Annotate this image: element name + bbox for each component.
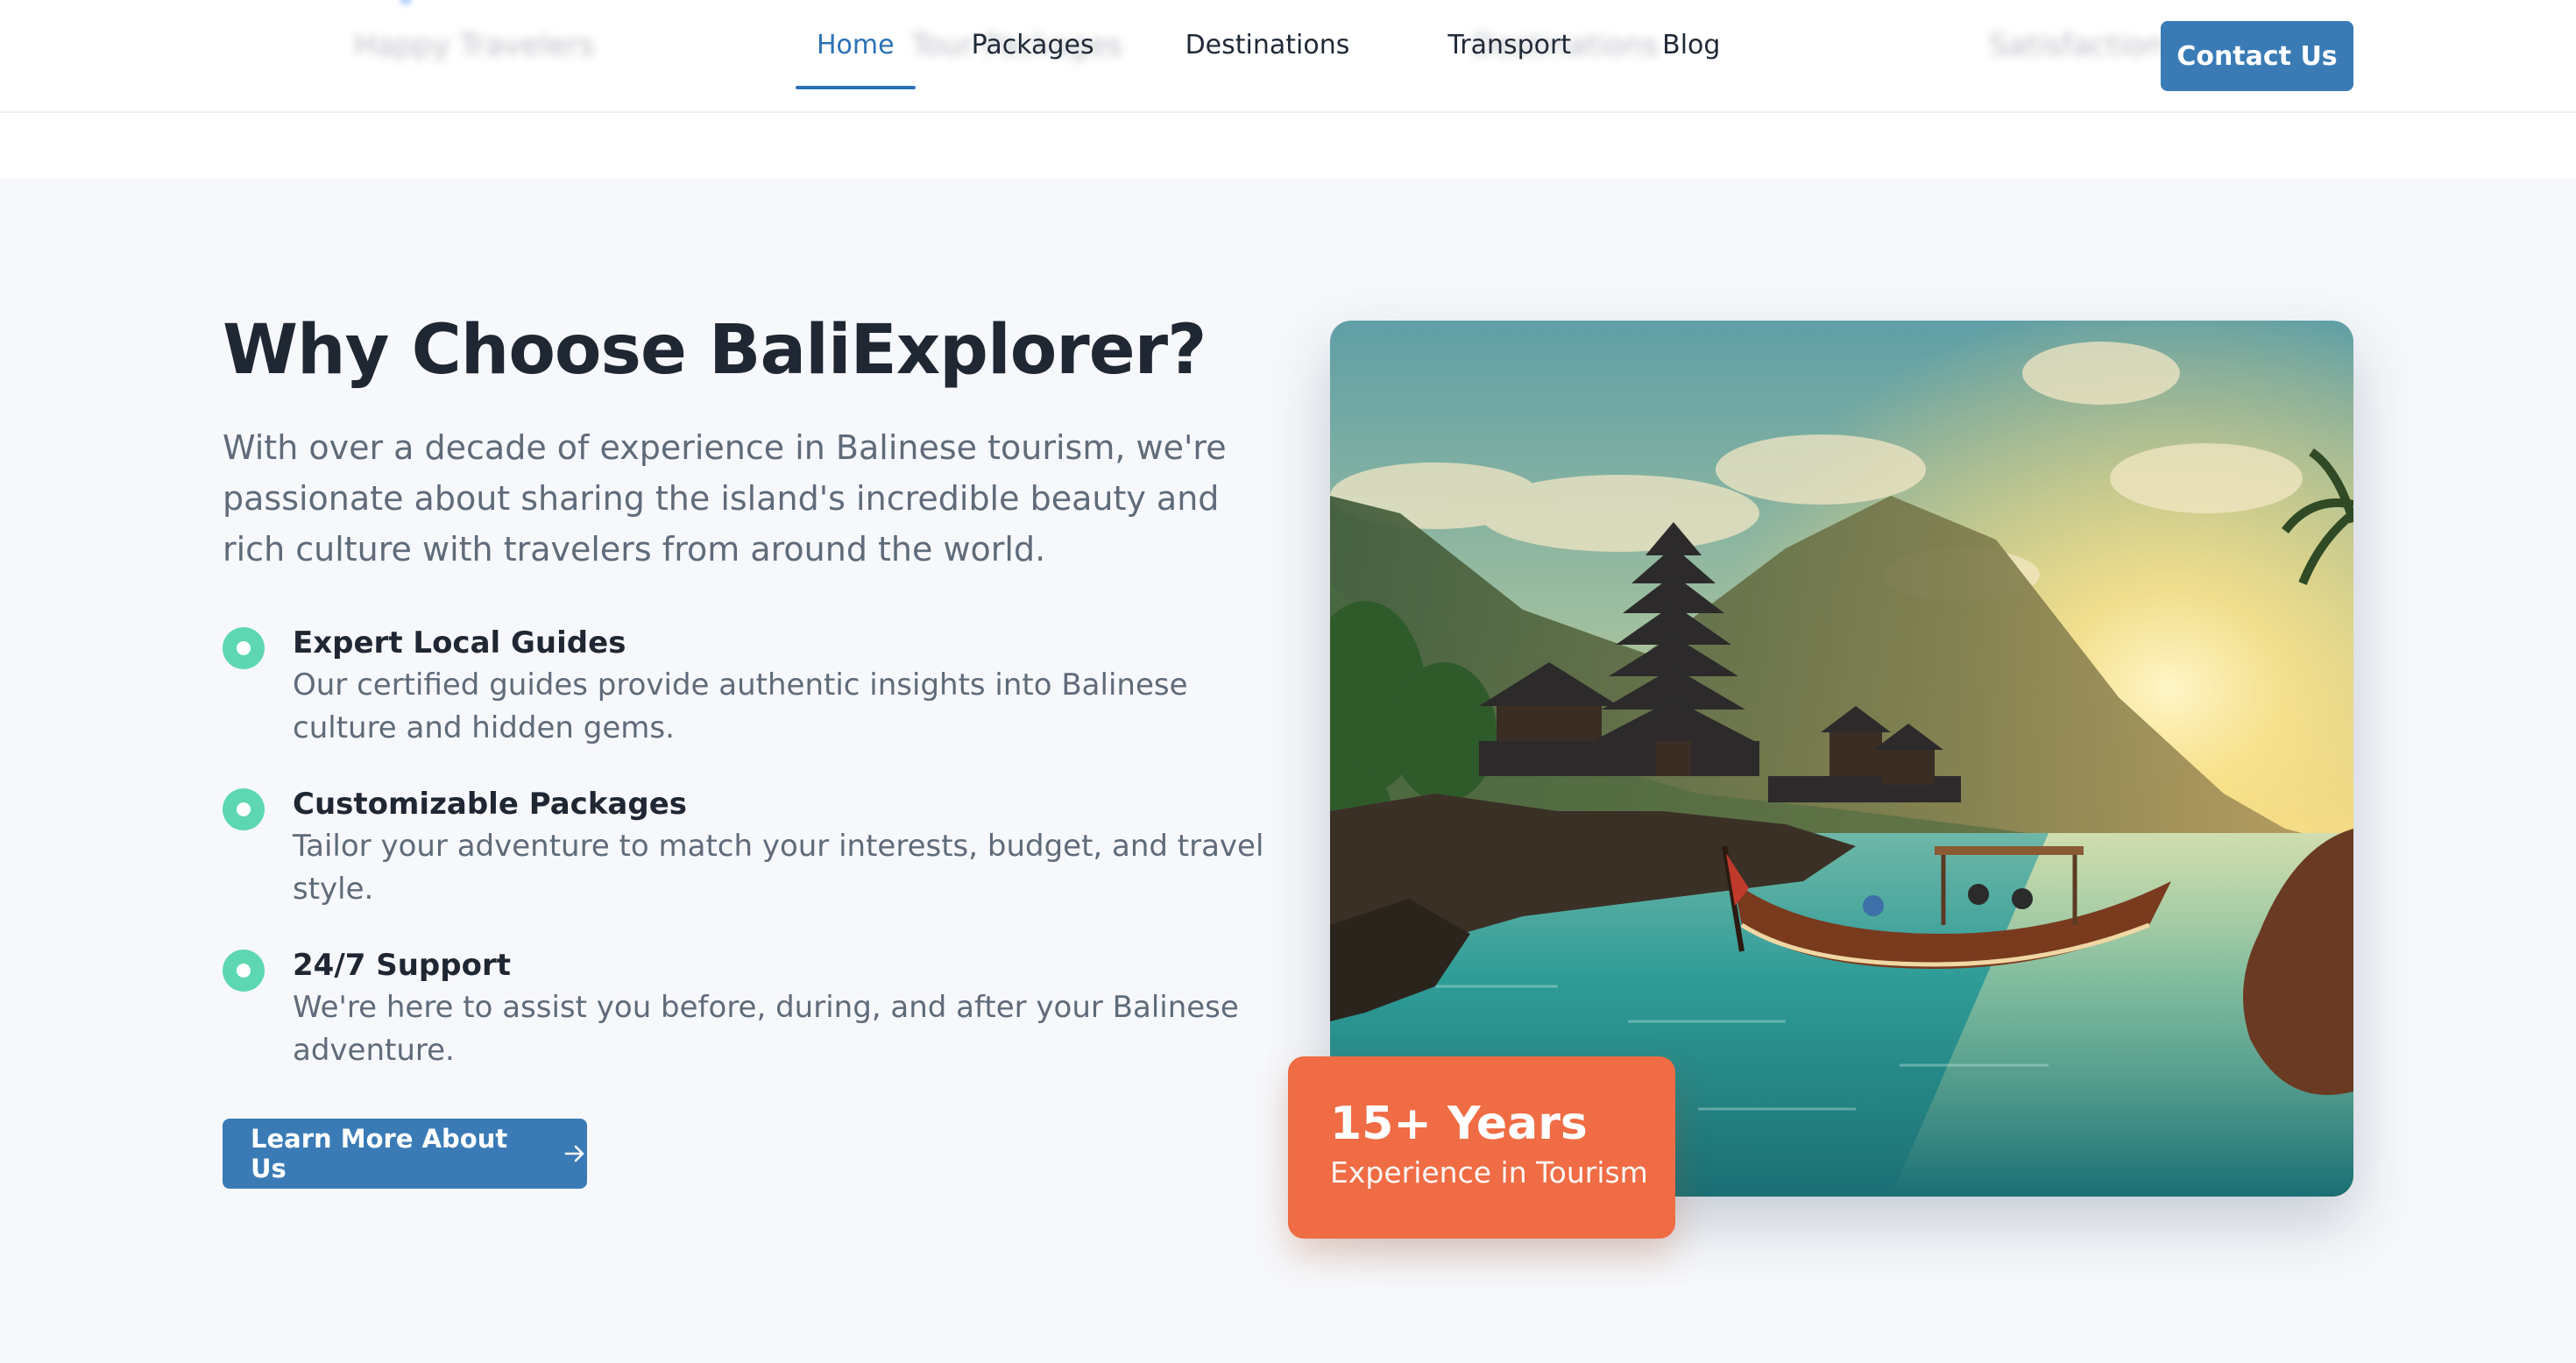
- learn-more-button[interactable]: Learn More About Us: [223, 1119, 587, 1189]
- arrow-right-icon: [563, 1141, 587, 1166]
- blurred-stat-label: Happy Travelers: [354, 28, 595, 63]
- top-navigation: Happy Travelers Tour Packages Destinatio…: [0, 0, 2576, 113]
- nav-link-home[interactable]: Home: [796, 0, 916, 89]
- learn-more-label: Learn More About Us: [251, 1124, 508, 1183]
- nav-link-transport[interactable]: Transport: [1426, 0, 1592, 89]
- feature-list: Expert Local Guides Our certified guides…: [223, 622, 1274, 1105]
- feature-description: Tailor your adventure to match your inte…: [293, 829, 1264, 907]
- bullet-dot-icon: [223, 627, 265, 669]
- feature-title: 24/7 Support: [293, 948, 511, 983]
- badge-value: 15+ Years: [1330, 1098, 1588, 1150]
- section-heading: Why Choose BaliExplorer?: [223, 311, 1207, 390]
- feature-item: 24/7 Support We're here to assist you be…: [223, 944, 1274, 1072]
- nav-link-packages[interactable]: Packages: [951, 0, 1115, 89]
- bullet-dot-icon: [223, 788, 265, 830]
- badge-label: Experience in Tourism: [1330, 1155, 1648, 1190]
- feature-description: Our certified guides provide authentic i…: [293, 667, 1188, 745]
- blurred-indicator: [400, 0, 412, 5]
- feature-title: Customizable Packages: [293, 787, 688, 822]
- contact-us-button[interactable]: Contact Us: [2161, 21, 2353, 91]
- feature-description: We're here to assist you before, during,…: [293, 990, 1239, 1068]
- experience-badge: 15+ Years Experience in Tourism: [1288, 1056, 1675, 1239]
- nav-link-destinations[interactable]: Destinations: [1164, 0, 1371, 89]
- feature-item: Customizable Packages Tailor your advent…: [223, 783, 1274, 911]
- nav-link-blog[interactable]: Blog: [1641, 0, 1741, 89]
- bullet-dot-icon: [223, 950, 265, 992]
- nav-links: Home Packages Destinations Transport Blo…: [796, 0, 1741, 89]
- section-intro: With over a decade of experience in Bali…: [223, 428, 1227, 569]
- feature-title: Expert Local Guides: [293, 625, 626, 660]
- blurred-stat-label: Satisfaction: [1989, 28, 2164, 63]
- feature-item: Expert Local Guides Our certified guides…: [223, 622, 1274, 750]
